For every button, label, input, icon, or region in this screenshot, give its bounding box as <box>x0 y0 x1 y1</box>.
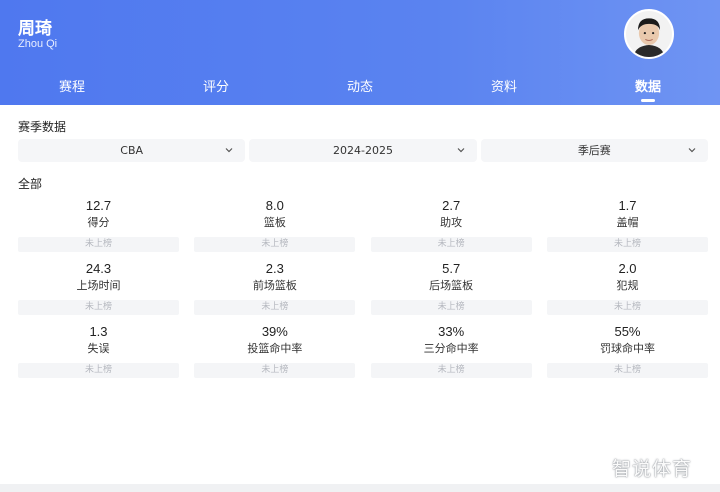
stat-rank: 未上榜 <box>546 237 708 252</box>
stat-label: 后场篮板 <box>429 279 474 292</box>
stat-label: 三分命中率 <box>423 342 479 355</box>
stats-row: 1.3 失误 未上榜 39% 投篮命中率 未上榜 33% 三分命中率 未上榜 5… <box>18 323 708 386</box>
stat-value: 1.3 <box>89 324 108 339</box>
stat-rank: 未上榜 <box>18 363 179 378</box>
bottom-bar <box>0 484 720 492</box>
stat-value: 1.7 <box>618 198 637 213</box>
tab-profile[interactable]: 资料 <box>432 70 576 105</box>
stage-select[interactable]: 季后赛 <box>480 139 708 162</box>
stat-rebounds: 8.0 篮板 未上榜 <box>194 197 356 260</box>
all-stats-title: 全部 <box>18 177 43 191</box>
stat-label: 罚球命中率 <box>599 342 655 355</box>
stat-assists: 2.7 助攻 未上榜 <box>370 197 532 260</box>
stat-label: 犯规 <box>616 279 639 292</box>
stat-rank: 未上榜 <box>546 300 708 315</box>
stat-value: 2.0 <box>618 261 637 276</box>
player-name-en: Zhou Qi <box>18 38 58 50</box>
player-name: 周琦 <box>18 19 52 39</box>
stats-row: 24.3 上场时间 未上榜 2.3 前场篮板 未上榜 5.7 后场篮板 未上榜 … <box>18 260 708 323</box>
stat-value: 5.7 <box>442 261 461 276</box>
stats-grid: 12.7 得分 未上榜 8.0 篮板 未上榜 2.7 助攻 未上榜 1.7 盖帽… <box>18 197 708 386</box>
stat-label: 得分 <box>87 216 110 229</box>
stat-rank: 未上榜 <box>546 363 708 378</box>
stat-rank: 未上榜 <box>370 363 532 378</box>
stat-value: 8.0 <box>265 198 284 213</box>
league-select[interactable]: CBA <box>18 139 246 162</box>
stat-value: 39% <box>261 324 288 339</box>
stat-label: 前场篮板 <box>252 279 297 292</box>
stats-row: 12.7 得分 未上榜 8.0 篮板 未上榜 2.7 助攻 未上榜 1.7 盖帽… <box>18 197 708 260</box>
stat-value: 12.7 <box>85 198 112 213</box>
season-select-value: 2024-2025 <box>333 144 393 157</box>
stage-select-value: 季后赛 <box>577 144 611 157</box>
stat-value: 55% <box>614 324 641 339</box>
stat-rank: 未上榜 <box>370 237 532 252</box>
stat-3pt-pct: 33% 三分命中率 未上榜 <box>370 323 532 386</box>
stat-rank: 未上榜 <box>18 237 179 252</box>
stat-minutes: 24.3 上场时间 未上榜 <box>18 260 179 323</box>
stat-points: 12.7 得分 未上榜 <box>18 197 179 260</box>
stat-value: 24.3 <box>85 261 112 276</box>
stat-label: 失误 <box>87 342 110 355</box>
stat-defensive-rebounds: 5.7 后场篮板 未上榜 <box>370 260 532 323</box>
chevron-down-icon <box>688 146 696 154</box>
chevron-down-icon <box>457 146 465 154</box>
stat-value: 2.7 <box>442 198 461 213</box>
stat-label: 投篮命中率 <box>247 342 303 355</box>
stat-turnovers: 1.3 失误 未上榜 <box>18 323 179 386</box>
stat-rank: 未上榜 <box>370 300 532 315</box>
stat-fouls: 2.0 犯规 未上榜 <box>546 260 708 323</box>
tab-bar: 赛程 评分 动态 资料 数据 <box>0 70 720 105</box>
stat-label: 盖帽 <box>616 216 639 229</box>
stat-blocks: 1.7 盖帽 未上榜 <box>546 197 708 260</box>
tab-rating[interactable]: 评分 <box>144 70 288 105</box>
stat-value: 33% <box>438 324 465 339</box>
season-filters: CBA 2024-2025 季后赛 <box>18 139 708 162</box>
stat-rank: 未上榜 <box>194 300 356 315</box>
stat-rank: 未上榜 <box>18 300 179 315</box>
stat-value: 2.3 <box>265 261 284 276</box>
player-header: 周琦 Zhou Qi 赛程 评分 动态 资料 数据 <box>0 0 720 105</box>
season-select[interactable]: 2024-2025 <box>249 139 477 162</box>
league-select-value: CBA <box>120 144 144 157</box>
watermark: 智说体育 <box>612 458 693 480</box>
stat-label: 篮板 <box>263 216 286 229</box>
stat-ft-pct: 55% 罚球命中率 未上榜 <box>546 323 708 386</box>
tab-schedule[interactable]: 赛程 <box>0 70 144 105</box>
season-data-title: 赛季数据 <box>18 120 67 134</box>
stat-label: 助攻 <box>440 216 463 229</box>
stat-label: 上场时间 <box>76 279 121 292</box>
tab-data[interactable]: 数据 <box>576 70 720 105</box>
tab-news[interactable]: 动态 <box>288 70 432 105</box>
stat-rank: 未上榜 <box>194 237 356 252</box>
chevron-down-icon <box>225 146 233 154</box>
player-avatar[interactable] <box>624 9 674 59</box>
stat-offensive-rebounds: 2.3 前场篮板 未上榜 <box>194 260 356 323</box>
stat-fg-pct: 39% 投篮命中率 未上榜 <box>194 323 356 386</box>
stat-rank: 未上榜 <box>194 363 356 378</box>
avatar-image <box>626 11 672 57</box>
